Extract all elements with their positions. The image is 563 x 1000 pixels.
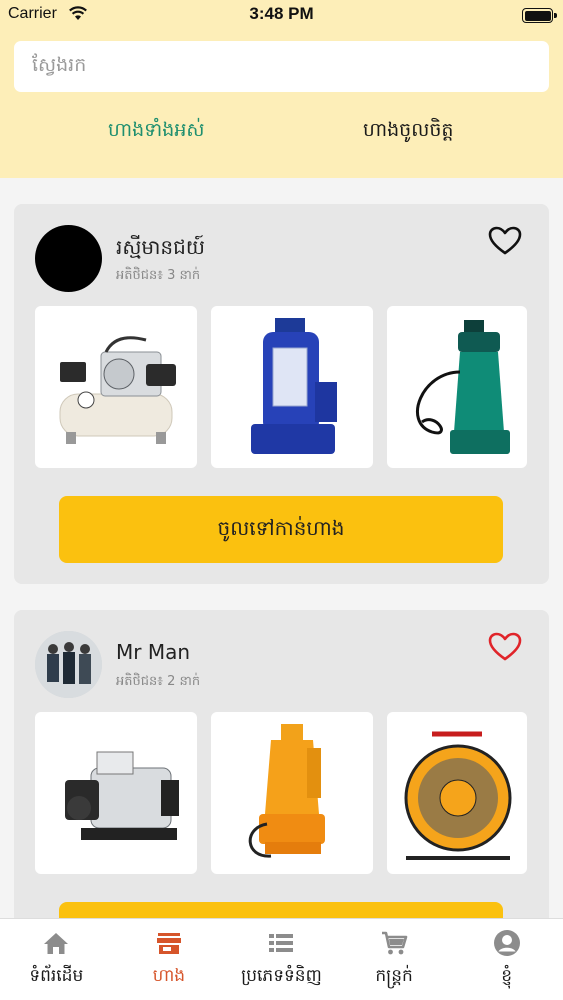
- heart-icon[interactable]: [488, 226, 522, 256]
- sewage-pump-image: [248, 724, 325, 858]
- avatar[interactable]: [35, 225, 102, 292]
- tabbar-item-store[interactable]: ហាង: [113, 919, 226, 1000]
- follower-count: អតិថិជន៖ 2 នាក់: [116, 674, 201, 689]
- cable-reel-image: [404, 731, 512, 860]
- bottle-jack-image: [251, 318, 337, 454]
- avatar-photo: [35, 631, 102, 698]
- shop-card: Mr Man អតិថិជន៖ 2 នាក់: [14, 610, 549, 930]
- shop-name[interactable]: Mr Man: [116, 640, 190, 664]
- tabbar-item-categories[interactable]: ប្រភេទទំនិញ: [225, 919, 338, 1000]
- product-thumb-bottle-jack[interactable]: [211, 306, 373, 468]
- tabbar-item-cart[interactable]: កន្ត្រក់: [338, 919, 451, 1000]
- follower-count: អតិថិជន៖ 3 នាក់: [116, 268, 201, 283]
- list-icon: [269, 934, 294, 952]
- product-thumb-sewage-pump[interactable]: [211, 712, 373, 874]
- tabbar-label: ខ្ញុំ: [501, 966, 513, 986]
- home-icon: [44, 933, 69, 954]
- cart-icon: [382, 931, 408, 955]
- product-row: [35, 712, 527, 874]
- shop-card: រស្មីមានជយ៍ អតិថិជន៖ 3 នាក់ ចូលទៅកាន់ហាង: [14, 204, 549, 584]
- heart-icon[interactable]: [488, 632, 522, 662]
- battery-icon: [522, 8, 557, 23]
- user-icon: [493, 930, 520, 956]
- shop-name[interactable]: រស្មីមានជយ៍: [116, 234, 205, 264]
- store-icon: [156, 933, 181, 954]
- clock: 3:48 PM: [249, 4, 314, 23]
- search-input[interactable]: ស្វែងរក: [14, 41, 549, 92]
- tab-favorite-shops[interactable]: ហាងចូលចិត្ត: [363, 118, 453, 146]
- water-pump-image: [415, 320, 510, 454]
- product-thumb-vibrator-motor[interactable]: [35, 712, 197, 874]
- vibrator-motor-image: [65, 751, 179, 840]
- product-thumb-cable-reel[interactable]: [387, 712, 527, 874]
- tabbar-label: ទំព័រដើម: [29, 966, 84, 986]
- status-bar: Carrier 3:48 PM: [0, 0, 563, 30]
- tabbar-label: កន្ត្រក់: [375, 966, 413, 986]
- visit-shop-button[interactable]: ចូលទៅកាន់ហាង: [59, 496, 503, 563]
- tabbar-label: ហាង: [152, 966, 186, 986]
- product-thumb-water-pump[interactable]: [387, 306, 527, 468]
- air-compressor-image: [59, 336, 176, 444]
- product-row: [35, 306, 527, 468]
- header: ស្វែងរក ហាងទាំងអស់ ហាងចូលចិត្ត: [0, 30, 563, 178]
- bottom-tab-bar: ទំព័រដើម ហាង ប្រភេទទំនិញ កន្ត្រក់ ខ្ញុំ: [0, 918, 563, 1000]
- avatar[interactable]: [35, 631, 102, 698]
- tab-all-shops[interactable]: ហាងទាំងអស់: [108, 118, 204, 146]
- product-thumb-air-compressor[interactable]: [35, 306, 197, 468]
- tabbar-item-home[interactable]: ទំព័រដើម: [0, 919, 113, 1000]
- tabbar-item-profile[interactable]: ខ្ញុំ: [450, 919, 563, 1000]
- tabbar-label: ប្រភេទទំនិញ: [241, 966, 322, 986]
